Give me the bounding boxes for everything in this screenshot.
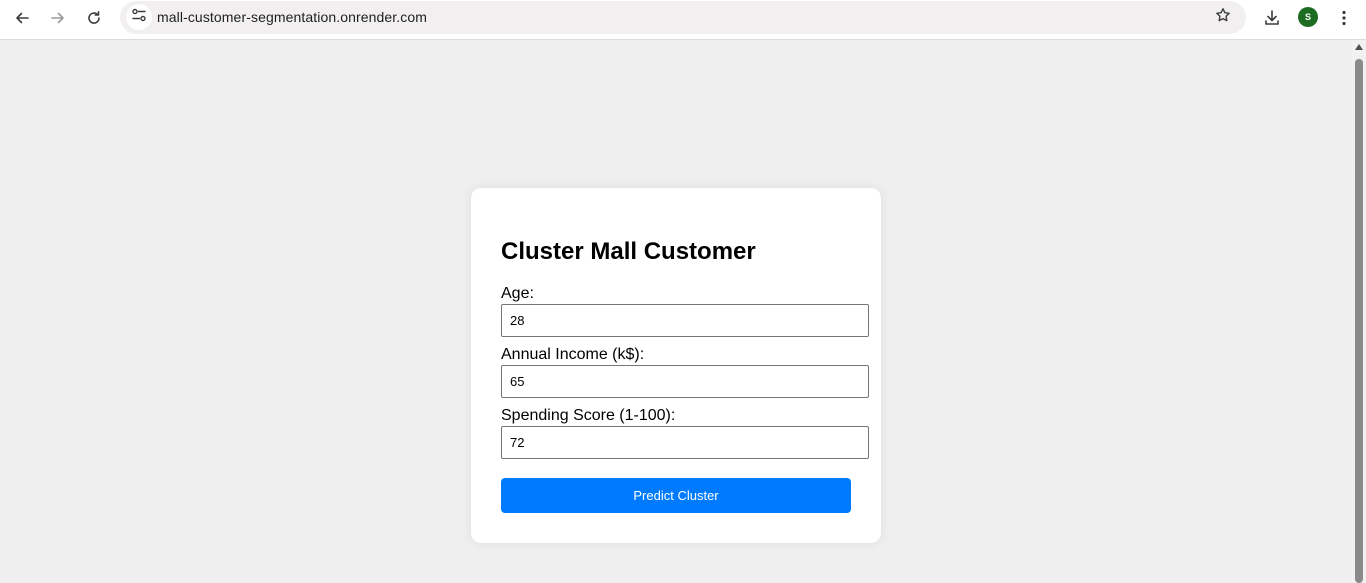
age-input[interactable] (501, 304, 869, 337)
reload-button[interactable] (80, 4, 108, 32)
reload-icon (86, 10, 102, 26)
annual-income-label: Annual Income (k$): (501, 346, 645, 363)
page-scrollbar[interactable] (1352, 41, 1366, 583)
site-info-button[interactable] (126, 4, 152, 30)
forward-button[interactable] (44, 4, 72, 32)
profile-avatar[interactable]: S (1298, 7, 1318, 27)
address-bar[interactable]: mall-customer-segmentation.onrender.com (120, 1, 1246, 34)
downloads-button[interactable] (1258, 4, 1286, 32)
prediction-form-card: Cluster Mall Customer Age: Annual Income… (471, 188, 881, 543)
back-arrow-icon (14, 10, 30, 26)
browser-toolbar: mall-customer-segmentation.onrender.com … (0, 0, 1366, 40)
url-text[interactable]: mall-customer-segmentation.onrender.com (157, 9, 427, 25)
spending-score-input[interactable] (501, 426, 869, 459)
browser-menu-button[interactable] (1330, 4, 1358, 32)
annual-income-input[interactable] (501, 365, 869, 398)
back-button[interactable] (8, 4, 36, 32)
scrollbar-thumb[interactable] (1355, 59, 1363, 583)
star-icon (1215, 7, 1231, 28)
page-content: Cluster Mall Customer Age: Annual Income… (0, 41, 1352, 583)
forward-arrow-icon (50, 10, 66, 26)
download-icon (1263, 9, 1281, 27)
predict-cluster-button[interactable]: Predict Cluster (501, 478, 851, 513)
spending-score-label: Spending Score (1-100): (501, 407, 676, 424)
tune-icon (131, 8, 147, 27)
kebab-menu-icon (1342, 10, 1346, 26)
form-title: Cluster Mall Customer (501, 238, 756, 265)
scroll-up-arrow-icon[interactable] (1355, 44, 1363, 50)
bookmark-button[interactable] (1210, 4, 1236, 30)
age-label: Age: (501, 285, 534, 302)
